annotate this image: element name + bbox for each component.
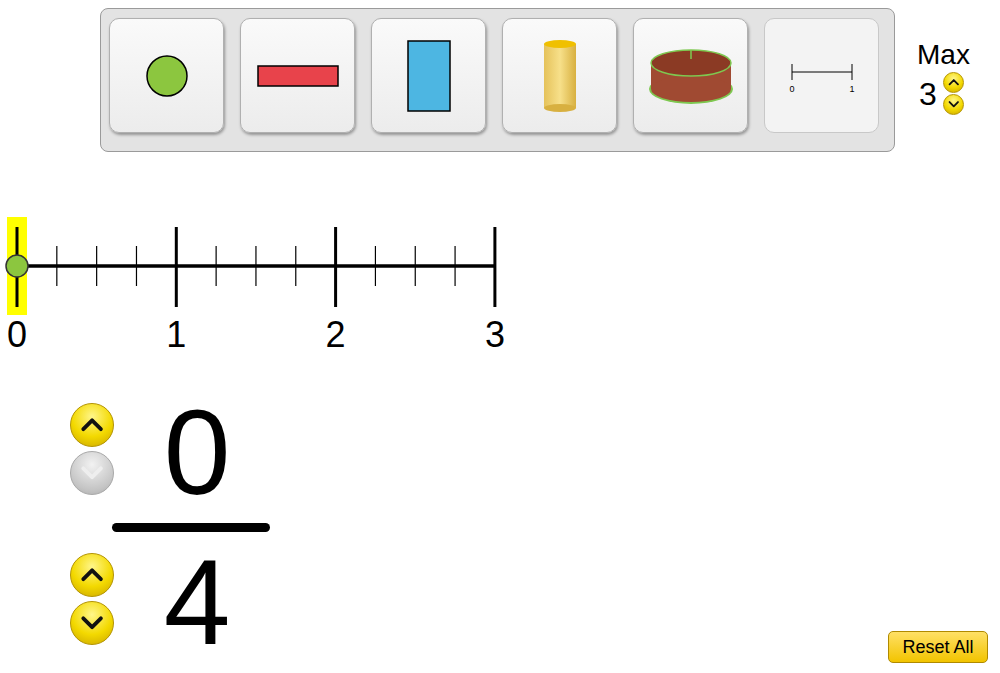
circle-icon [142, 51, 192, 101]
toolbar: 01 [100, 8, 895, 152]
chevron-up-icon [948, 78, 960, 86]
max-spinner [943, 72, 964, 115]
chevron-down-icon [80, 464, 104, 482]
major-tick [493, 227, 496, 307]
minor-tick [255, 246, 256, 286]
minor-tick [454, 246, 455, 286]
minor-tick [216, 246, 217, 286]
major-tick [175, 227, 178, 307]
bottom-row: 04Reset All [0, 401, 1000, 673]
cake-icon [646, 43, 736, 109]
number-line: 0 1 2 3 [0, 214, 520, 359]
fraction-bar [112, 523, 270, 532]
point-marker[interactable] [6, 255, 28, 277]
rectangle-icon [404, 38, 454, 114]
tick-label: 2 [326, 314, 346, 355]
tool-button[interactable]: 01 [764, 18, 879, 133]
reset-button[interactable]: Reset All [888, 631, 988, 663]
numerator-up-button[interactable] [70, 403, 114, 447]
max-down-button[interactable] [943, 94, 964, 115]
svg-text:1: 1 [849, 84, 854, 94]
tool-button[interactable] [109, 18, 224, 133]
major-tick [334, 227, 337, 307]
minor-tick [295, 246, 296, 286]
fraction: 04 [70, 403, 272, 663]
svg-text:0: 0 [789, 84, 794, 94]
denominator-up-button[interactable] [70, 553, 114, 597]
numerator-down-button [70, 451, 114, 495]
tool-button[interactable] [633, 18, 748, 133]
minor-tick [136, 246, 137, 286]
max-up-button[interactable] [943, 72, 964, 93]
denominator-spinner [70, 553, 112, 663]
numerator-spinner [70, 403, 112, 501]
chevron-down-icon [80, 614, 104, 632]
tool-button[interactable] [502, 18, 617, 133]
chevron-up-icon [80, 416, 104, 434]
minor-tick [415, 246, 416, 286]
fraction-bar-cell [112, 501, 272, 553]
fractions-app: 01Max3012304Reset All [0, 0, 1000, 673]
tick-label: 3 [485, 314, 505, 355]
cylinder-icon [540, 38, 580, 114]
minor-tick [96, 246, 97, 286]
max-label: Max [917, 38, 970, 72]
max-value: 3 [919, 74, 937, 114]
tool-button[interactable] [240, 18, 355, 133]
number-line-area: 0 1 2 3 [0, 214, 1000, 359]
minor-tick [56, 246, 57, 286]
bar-icon [256, 63, 340, 89]
denominator-down-button[interactable] [70, 601, 114, 645]
max-control: Max3 [917, 8, 970, 152]
max-row: 3 [917, 72, 970, 115]
tick-label: 0 [7, 314, 27, 355]
chevron-up-icon [80, 566, 104, 584]
minor-tick [375, 246, 376, 286]
marker-highlight [7, 217, 27, 315]
chevron-down-icon [948, 100, 960, 108]
tool-button[interactable] [371, 18, 486, 133]
tick-label: 1 [166, 314, 186, 355]
number-line-icon: 01 [782, 54, 862, 98]
denominator: 4 [112, 553, 272, 663]
numerator: 0 [112, 403, 272, 501]
top-row: 01Max3 [100, 8, 1000, 152]
